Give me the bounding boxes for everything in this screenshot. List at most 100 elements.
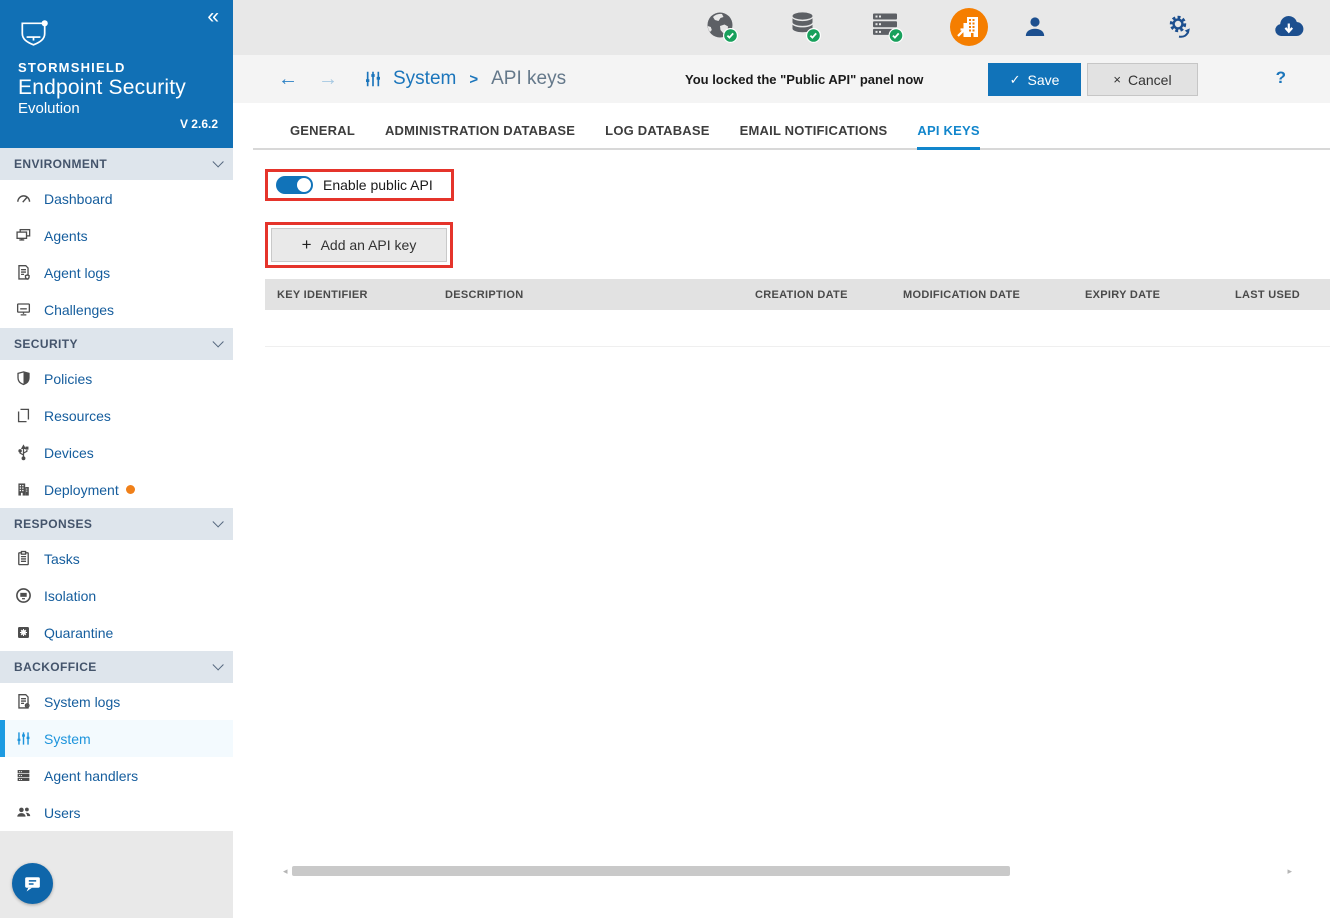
globe-status-icon[interactable] xyxy=(704,9,740,50)
sidebar-collapse-icon[interactable]: « xyxy=(207,4,219,29)
sliders-icon xyxy=(363,69,383,89)
column-header-last-used[interactable]: LAST USED xyxy=(1223,289,1330,301)
scroll-right-arrow-icon[interactable]: ▸ xyxy=(1287,866,1292,877)
sidebar-item-deployment[interactable]: Deployment xyxy=(0,471,233,508)
annotation-box-add-button: + Add an API key xyxy=(265,222,453,268)
scrollbar-thumb[interactable] xyxy=(292,866,1010,876)
sidebar-item-label: Agents xyxy=(44,228,88,244)
sidebar-item-system-logs[interactable]: System logs xyxy=(0,683,233,720)
breadcrumb: ← → System > API keys xyxy=(278,55,566,103)
cancel-button[interactable]: × Cancel xyxy=(1087,63,1198,96)
sidebar-item-policies[interactable]: Policies xyxy=(0,360,233,397)
column-header-description[interactable]: DESCRIPTION xyxy=(433,289,743,301)
column-header-expiry-date[interactable]: EXPIRY DATE xyxy=(1073,289,1223,301)
sidebar-item-dashboard[interactable]: Dashboard xyxy=(0,180,233,217)
product-version: V 2.6.2 xyxy=(180,117,218,131)
user-account-icon[interactable] xyxy=(1022,14,1048,45)
server-status-icon[interactable] xyxy=(869,9,905,50)
cancel-button-label: Cancel xyxy=(1128,72,1172,88)
chevron-down-icon xyxy=(212,156,223,167)
sidebar-item-label: Users xyxy=(44,805,81,821)
tab-api-keys[interactable]: API KEYS xyxy=(917,103,979,150)
breadcrumb-parent[interactable]: System xyxy=(393,68,456,90)
sidebar-item-label: Tasks xyxy=(44,551,80,567)
monitor-message-icon xyxy=(14,301,32,319)
sidebar-section-responses[interactable]: RESPONSES xyxy=(0,508,233,540)
usb-icon xyxy=(14,444,32,462)
horizontal-scrollbar: ◂ ▸ xyxy=(283,865,1292,877)
sidebar-item-label: Policies xyxy=(44,371,92,387)
main-area: ← → System > API keys You locked the "Pu… xyxy=(233,0,1330,918)
sidebar-item-label: System logs xyxy=(44,694,120,710)
sidebar-item-label: Challenges xyxy=(44,302,114,318)
sidebar-nav: ENVIRONMENT Dashboard Agents Agent logs … xyxy=(0,148,233,831)
column-header-key-identifier[interactable]: KEY IDENTIFIER xyxy=(265,289,433,301)
sidebar-item-agent-logs[interactable]: Agent logs xyxy=(0,254,233,291)
building-icon xyxy=(14,481,32,499)
close-icon: × xyxy=(1113,72,1121,87)
table-header-row: KEY IDENTIFIER DESCRIPTION CREATION DATE… xyxy=(265,279,1330,310)
add-api-key-button[interactable]: + Add an API key xyxy=(271,228,447,262)
scroll-left-arrow-icon[interactable]: ◂ xyxy=(283,866,288,877)
back-arrow-icon[interactable]: ← xyxy=(278,69,298,89)
breadcrumb-row: ← → System > API keys You locked the "Pu… xyxy=(233,55,1330,103)
tab-log-database[interactable]: LOG DATABASE xyxy=(605,103,709,150)
sidebar-item-label: Quarantine xyxy=(44,625,113,641)
chevron-down-icon xyxy=(212,659,223,670)
chat-feedback-button[interactable] xyxy=(12,863,53,904)
sidebar-item-system[interactable]: System xyxy=(0,720,233,757)
enable-public-api-toggle[interactable] xyxy=(276,176,313,194)
tab-general[interactable]: GENERAL xyxy=(290,103,355,150)
sidebar-item-label: Isolation xyxy=(44,588,96,604)
sidebar-footer xyxy=(0,831,233,918)
sidebar-item-label: Devices xyxy=(44,445,94,461)
section-label: SECURITY xyxy=(14,337,78,351)
sidebar-item-quarantine[interactable]: Quarantine xyxy=(0,614,233,651)
api-keys-table: KEY IDENTIFIER DESCRIPTION CREATION DATE… xyxy=(265,279,1330,347)
document-shield-icon xyxy=(14,264,32,282)
scroll-icon xyxy=(14,407,32,425)
sidebar-item-agent-handlers[interactable]: Agent handlers xyxy=(0,757,233,794)
table-empty-row xyxy=(265,310,1330,347)
database-status-icon[interactable] xyxy=(787,9,823,50)
tab-administration-database[interactable]: ADMINISTRATION DATABASE xyxy=(385,103,575,150)
column-header-modification-date[interactable]: MODIFICATION DATE xyxy=(891,289,1073,301)
api-keys-panel: Enable public API + Add an API key KEY I… xyxy=(233,150,1330,347)
save-button[interactable]: ✓ Save xyxy=(988,63,1081,96)
product-edition: Evolution xyxy=(18,100,217,117)
users-icon xyxy=(14,804,32,822)
sidebar-section-environment[interactable]: ENVIRONMENT xyxy=(0,148,233,180)
sidebar-item-resources[interactable]: Resources xyxy=(0,397,233,434)
sidebar-item-label: Agent handlers xyxy=(44,768,138,784)
chevron-down-icon xyxy=(212,336,223,347)
console-switch-icon[interactable] xyxy=(949,7,989,52)
forward-arrow-icon[interactable]: → xyxy=(318,69,338,89)
tab-email-notifications[interactable]: EMAIL NOTIFICATIONS xyxy=(740,103,888,150)
sidebar-item-agents[interactable]: Agents xyxy=(0,217,233,254)
unsaved-changes-dot xyxy=(126,485,135,494)
breadcrumb-current: API keys xyxy=(491,68,566,90)
sidebar-item-devices[interactable]: Devices xyxy=(0,434,233,471)
sidebar: « STORMSHIELD Endpoint Security Evolutio… xyxy=(0,0,233,918)
status-topbar xyxy=(233,0,1330,55)
sidebar-item-challenges[interactable]: Challenges xyxy=(0,291,233,328)
section-label: RESPONSES xyxy=(14,517,92,531)
gauge-icon xyxy=(14,190,32,208)
sidebar-item-users[interactable]: Users xyxy=(0,794,233,831)
services-gear-icon[interactable] xyxy=(1165,12,1195,47)
section-label: BACKOFFICE xyxy=(14,660,97,674)
product-name: Endpoint Security xyxy=(18,76,217,100)
column-header-creation-date[interactable]: CREATION DATE xyxy=(743,289,891,301)
help-button[interactable]: ? xyxy=(1276,68,1286,88)
sidebar-item-tasks[interactable]: Tasks xyxy=(0,540,233,577)
cloud-download-icon[interactable] xyxy=(1272,11,1306,50)
save-button-label: Save xyxy=(1027,72,1059,88)
sidebar-section-security[interactable]: SECURITY xyxy=(0,328,233,360)
shield-icon xyxy=(14,370,32,388)
sidebar-item-label: Dashboard xyxy=(44,191,113,207)
sidebar-section-backoffice[interactable]: BACKOFFICE xyxy=(0,651,233,683)
sidebar-item-isolation[interactable]: Isolation xyxy=(0,577,233,614)
sliders-icon xyxy=(14,730,32,748)
sidebar-item-label: Deployment xyxy=(44,482,119,498)
stormshield-logo-icon xyxy=(18,18,49,51)
